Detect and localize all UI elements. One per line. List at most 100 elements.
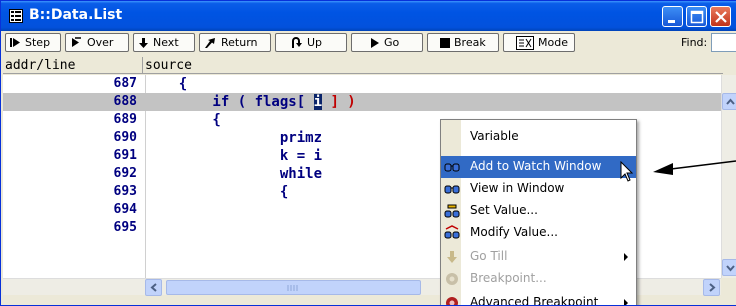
line-number: 695 (113, 220, 137, 235)
advanced-breakpoint-icon (446, 297, 458, 305)
column-headers: addr/line source (3, 57, 723, 74)
glasses-icon (444, 163, 460, 172)
title-bar[interactable]: B::Data.List (1, 1, 736, 31)
addr-line-header[interactable]: addr/line (3, 57, 143, 74)
minimize-icon (668, 20, 675, 23)
source-text: SE; (145, 202, 474, 218)
chevron-left-icon (150, 283, 157, 292)
source-text: { (145, 76, 188, 92)
selected-variable[interactable]: i (313, 94, 323, 110)
break-icon (440, 37, 450, 48)
breakpoint-icon (446, 273, 458, 285)
mode-label: Mode (538, 36, 568, 49)
menu-item-label: Add to Watch Window (470, 159, 602, 173)
over-label: Over (87, 36, 114, 49)
over-button[interactable]: Over (65, 33, 129, 52)
source-header[interactable]: source (143, 57, 723, 74)
menu-item-add-to-watch-window[interactable]: Add to Watch Window (441, 156, 636, 178)
line-number: 694 (113, 202, 137, 217)
source-text: while (145, 166, 323, 182)
source-suffix: ] ) (322, 94, 356, 110)
glasses-icon (444, 185, 460, 194)
horizontal-scroll-thumb[interactable] (166, 280, 421, 295)
source-text: { (145, 184, 289, 200)
submenu-arrow-icon (624, 299, 628, 305)
mode-button[interactable]: Mode (503, 33, 575, 52)
scroll-left-button[interactable] (145, 279, 162, 296)
find-input[interactable] (711, 33, 736, 52)
menu-item-advanced-breakpoint[interactable]: Advanced Breakpoint (441, 292, 636, 306)
next-button[interactable]: Next (133, 33, 195, 52)
source-text: if ( flags[ i ] ) (145, 93, 356, 111)
line-number: 693 (113, 184, 137, 199)
minimize-button[interactable] (662, 6, 683, 27)
step-over-icon (72, 37, 81, 47)
menu-item-label: Variable (470, 129, 519, 143)
close-button[interactable] (710, 6, 731, 27)
return-icon (205, 37, 215, 48)
up-icon (292, 36, 302, 48)
menu-item-label: Modify Value... (470, 225, 558, 239)
code-row-current[interactable]: 688 if ( flags[ i ] ) (3, 93, 721, 111)
line-number: 688 (113, 94, 137, 109)
maximize-button[interactable] (686, 6, 707, 27)
step-button[interactable]: Step (5, 33, 61, 52)
line-number: 691 (113, 148, 137, 163)
menu-item-label: Breakpoint... (470, 271, 547, 285)
mode-icon (516, 35, 534, 50)
source-text: primz (145, 130, 323, 146)
maximize-icon (690, 10, 704, 24)
scroll-down-button[interactable] (722, 259, 736, 276)
menu-item-label: Go Till (470, 249, 508, 263)
go-icon (371, 37, 379, 48)
go-label: Go (384, 36, 400, 49)
find-label: Find: (681, 36, 708, 49)
menu-item-modify-value[interactable]: Modify Value... (441, 222, 636, 244)
break-button[interactable]: Break (427, 33, 499, 52)
up-button[interactable]: Up (275, 33, 347, 52)
source-text: k = i (145, 148, 323, 164)
line-number: 689 (113, 112, 137, 127)
grip-icon (287, 285, 298, 291)
modify-value-icon (444, 225, 460, 239)
close-icon (715, 11, 727, 23)
chevron-down-icon (726, 265, 735, 272)
data-list-window: B::Data.List Step Over Next Return Up Go… (0, 0, 736, 306)
step-icon (10, 38, 20, 47)
mouse-cursor-icon (620, 161, 634, 182)
code-row[interactable]: 687 { (3, 75, 721, 93)
line-number: 687 (113, 76, 137, 91)
submenu-arrow-icon (624, 253, 628, 261)
menu-item-breakpoint[interactable]: Breakpoint... (441, 268, 636, 290)
menu-item-label: View in Window (470, 181, 565, 195)
break-label: Break (454, 36, 486, 49)
next-label: Next (153, 36, 179, 49)
scroll-up-button[interactable] (722, 93, 736, 110)
go-till-icon (447, 251, 457, 263)
window-title: B::Data.List (29, 7, 123, 23)
debug-toolbar: Step Over Next Return Up Go Break Mode F… (1, 31, 736, 55)
step-label: Step (25, 36, 51, 49)
line-number: 690 (113, 130, 137, 145)
return-button[interactable]: Return (199, 33, 271, 52)
chevron-up-icon (726, 98, 735, 105)
up-label: Up (307, 36, 323, 49)
source-prefix: if ( flags[ (145, 94, 314, 110)
chevron-right-icon (709, 283, 716, 292)
menu-item-go-till[interactable]: Go Till (441, 246, 636, 268)
menu-item-label: Advanced Breakpoint (470, 295, 599, 306)
menu-item-set-value[interactable]: Set Value... (441, 200, 636, 222)
list-window-icon (9, 9, 23, 23)
menu-item-label: Set Value... (470, 203, 538, 217)
annotation-arrow-icon (653, 160, 736, 175)
down-arrow-icon (139, 37, 148, 48)
set-value-icon (444, 204, 460, 218)
menu-item-view-in-window[interactable]: View in Window (441, 178, 636, 200)
variable-context-menu: Variable Add to Watch Window View in Win… (440, 119, 637, 306)
line-number: 692 (113, 166, 137, 181)
return-label: Return (221, 36, 258, 49)
go-button[interactable]: Go (351, 33, 423, 52)
menu-header-variable: Variable (441, 126, 636, 148)
source-text: { (145, 112, 221, 128)
scroll-right-button[interactable] (703, 279, 720, 296)
